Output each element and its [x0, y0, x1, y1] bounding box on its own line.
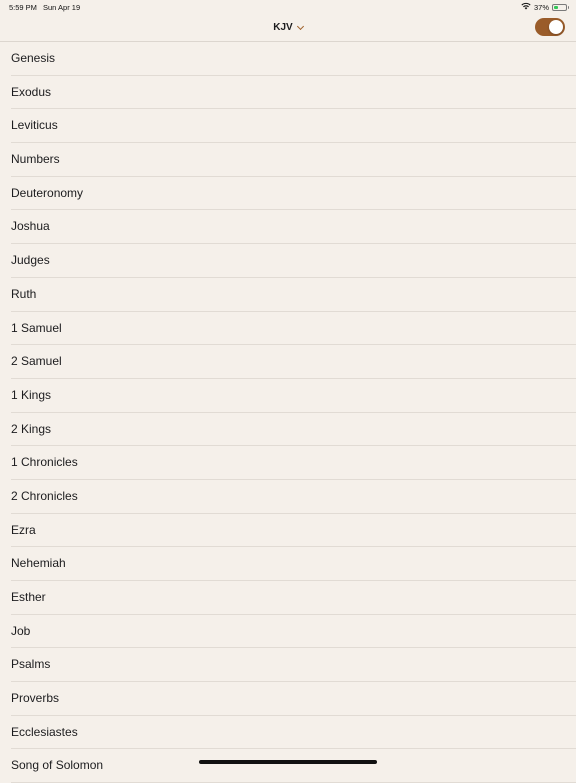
- toggle-knob: [549, 20, 563, 34]
- wifi-icon: [521, 2, 531, 12]
- book-item-ezra[interactable]: Ezra: [11, 514, 576, 548]
- book-item-1-samuel[interactable]: 1 Samuel: [11, 312, 576, 346]
- book-item-1-kings[interactable]: 1 Kings: [11, 379, 576, 413]
- home-indicator[interactable]: [199, 760, 377, 764]
- battery-level: [554, 5, 559, 9]
- version-title: KJV: [273, 22, 293, 33]
- book-item-ecclesiastes[interactable]: Ecclesiastes: [11, 716, 576, 750]
- book-item-proverbs[interactable]: Proverbs: [11, 682, 576, 716]
- status-time: 5:59 PM: [9, 3, 37, 12]
- status-bar: 5:59 PM Sun Apr 19 37%: [0, 0, 576, 14]
- book-item-2-chronicles[interactable]: 2 Chronicles: [11, 480, 576, 514]
- nav-bar: KJV: [0, 14, 576, 42]
- book-item-leviticus[interactable]: Leviticus: [11, 109, 576, 144]
- book-item-genesis[interactable]: Genesis: [11, 42, 576, 76]
- book-item-ruth[interactable]: Ruth: [11, 278, 576, 312]
- book-item-exodus[interactable]: Exodus: [11, 76, 576, 110]
- book-item-2-samuel[interactable]: 2 Samuel: [11, 345, 576, 379]
- book-item-numbers[interactable]: Numbers: [11, 143, 576, 177]
- book-item-1-chronicles[interactable]: 1 Chronicles: [11, 446, 576, 480]
- status-date: Sun Apr 19: [43, 3, 81, 12]
- status-indicators: 37%: [521, 2, 569, 12]
- book-item-job[interactable]: Job: [11, 615, 576, 649]
- book-item-deuteronomy[interactable]: Deuteronomy: [11, 177, 576, 211]
- battery-percent: 37%: [533, 2, 549, 12]
- battery-icon: [552, 3, 569, 11]
- book-item-psalms[interactable]: Psalms: [11, 648, 576, 683]
- book-item-joshua[interactable]: Joshua: [11, 210, 576, 245]
- theme-toggle[interactable]: [535, 18, 565, 36]
- book-list: Genesis Exodus Leviticus Numbers Deutero…: [0, 42, 576, 783]
- chevron-down-icon: [296, 22, 304, 30]
- book-item-esther[interactable]: Esther: [11, 581, 576, 615]
- version-selector[interactable]: KJV: [0, 22, 576, 33]
- book-item-judges[interactable]: Judges: [11, 244, 576, 278]
- book-item-nehemiah[interactable]: Nehemiah: [11, 547, 576, 581]
- book-item-song-of-solomon[interactable]: Song of Solomon: [11, 749, 576, 783]
- book-item-2-kings[interactable]: 2 Kings: [11, 413, 576, 447]
